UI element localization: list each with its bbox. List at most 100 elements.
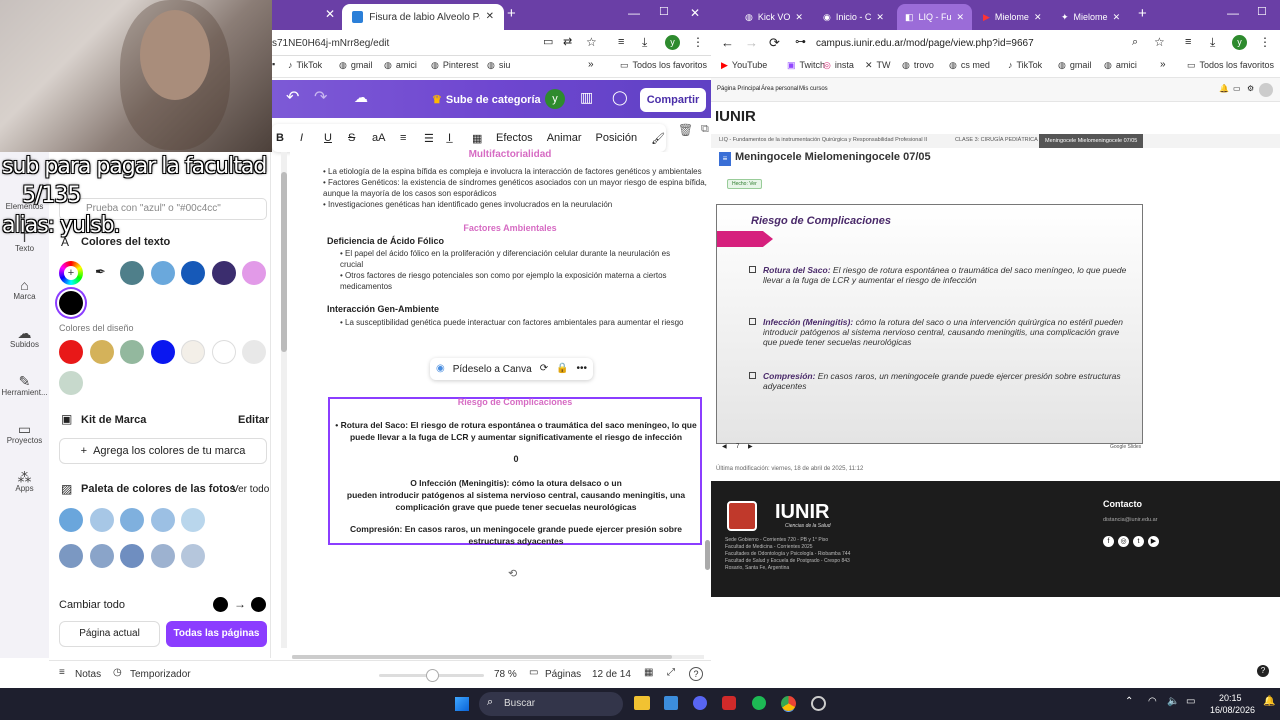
profile-avatar[interactable]: y <box>665 35 680 50</box>
current-page-button[interactable]: Página actual <box>59 621 160 647</box>
photo-color-swatch[interactable] <box>120 508 144 532</box>
bookmark-item[interactable]: ◍ amici <box>384 60 417 70</box>
help-icon[interactable]: ? <box>1257 665 1269 677</box>
url-text[interactable]: campus.iunir.edu.ar/mod/page/view.php?id… <box>816 38 1034 49</box>
design-color-swatch[interactable] <box>242 340 266 364</box>
photo-color-swatch[interactable] <box>181 508 205 532</box>
more-icon[interactable]: ⋮ <box>692 36 704 48</box>
undo-icon[interactable]: ↶ <box>286 90 299 106</box>
canvas-scrollbar[interactable] <box>705 540 710 570</box>
tab-fisura[interactable]: Fisura de labio Alveolo Palatina ✕ <box>342 4 504 30</box>
twitter-icon[interactable]: t <box>1133 536 1144 547</box>
ask-canva-button[interactable]: Pídeselo a Canva <box>453 364 532 375</box>
duplicate-icon[interactable]: ⧉ <box>701 124 709 135</box>
rail-projects[interactable]: ▭ Proyectos <box>0 422 49 445</box>
photo-color-swatch[interactable] <box>59 544 83 568</box>
effects-button[interactable]: Efectos <box>496 132 533 144</box>
bookmark-item[interactable]: ◍ amici <box>1104 60 1137 70</box>
rotate-icon[interactable]: ⟲ <box>508 569 517 580</box>
contact-email[interactable]: distancia@iunir.edu.ar <box>1103 517 1158 523</box>
new-tab-icon[interactable]: + <box>507 6 516 21</box>
close-tab-icon[interactable]: ✕ <box>486 12 494 22</box>
rail-tools[interactable]: ✎ Herramient... <box>0 374 49 397</box>
photo-color-swatch[interactable] <box>150 508 175 532</box>
reload-icon[interactable]: ⟳ <box>769 36 780 49</box>
photo-color-swatch[interactable] <box>150 544 175 568</box>
notifications-icon[interactable]: 🔔 <box>1263 697 1275 707</box>
add-brand-colors-button[interactable]: + Agrega los colores de tu marca <box>59 438 267 464</box>
breadcrumb-section[interactable]: CLASE 3: CIRUGÍA PEDIÁTRICA <box>955 137 1038 143</box>
message-icon[interactable]: ▭ <box>1233 85 1241 93</box>
more-icon[interactable]: ••• <box>577 364 588 374</box>
paint-format-icon[interactable]: 🖌 <box>651 132 665 145</box>
tab-liq[interactable]: ◧ LIQ - Fu ✕ <box>897 4 973 30</box>
align-center-icon[interactable]: ≡ <box>400 132 410 144</box>
breadcrumb-course[interactable]: LIQ - Fundamentos de la instrumentación … <box>719 137 927 143</box>
embedded-slide[interactable]: Riesgo de Complicaciones Rotura del Saco… <box>716 204 1143 444</box>
tab-mielome-1[interactable]: ▶ Mielome ✕ <box>975 4 1049 30</box>
design-color-swatch[interactable] <box>59 340 83 364</box>
taskbar-search[interactable]: ⌕ Buscar <box>479 692 623 716</box>
photo-color-swatch[interactable] <box>59 508 83 532</box>
tab-inicio[interactable]: ◉ Inicio - C ✕ <box>815 4 892 30</box>
site-info-icon[interactable]: ⊶ <box>795 37 806 48</box>
bookmark-item[interactable]: ▶ YouTube <box>721 60 767 70</box>
panel-scrollbar[interactable] <box>281 152 287 648</box>
help-icon[interactable]: ? <box>689 667 703 681</box>
grid-view-icon[interactable]: ▦ <box>644 668 653 678</box>
text-color-swatch[interactable] <box>242 261 266 285</box>
new-tab-icon[interactable]: + <box>1138 6 1147 21</box>
close-tab-icon[interactable]: ✕ <box>957 12 965 22</box>
instagram-icon[interactable]: ◎ <box>1118 536 1129 547</box>
bookmark-item[interactable]: ▣ Twitch <box>787 60 825 70</box>
zoom-icon[interactable]: ⌕ <box>1132 37 1138 48</box>
bookmark-item[interactable]: ◎ insta <box>823 60 854 70</box>
back-icon[interactable]: ← <box>721 36 734 49</box>
design-color-swatch[interactable] <box>211 340 236 364</box>
text-color-swatch[interactable] <box>120 261 144 285</box>
text-color-swatch[interactable] <box>211 261 236 285</box>
brand-edit-link[interactable]: Editar <box>238 414 269 426</box>
all-bookmarks[interactable]: ▭ Todos los favoritos <box>620 60 707 70</box>
bookmark-item[interactable]: ♪ TikTok <box>288 60 322 70</box>
bookmark-item[interactable]: ▪ <box>272 60 275 69</box>
battery-icon[interactable]: ▭ <box>1186 697 1195 707</box>
bookmark-item[interactable]: ◍ siu <box>487 60 510 70</box>
bookmark-item[interactable]: ◍ trovo <box>902 60 934 70</box>
close-tab-icon[interactable]: ✕ <box>1034 12 1042 22</box>
forward-icon[interactable]: → <box>745 36 758 49</box>
trash-icon[interactable]: 🗑 <box>678 124 693 136</box>
fullscreen-icon[interactable]: ⤢ <box>667 668 675 678</box>
star-icon[interactable]: ☆ <box>1154 36 1165 48</box>
share-button[interactable]: Compartir <box>640 88 706 112</box>
selected-text-box[interactable]: Riesgo de Complicaciones • Rotura del Sa… <box>328 397 702 546</box>
add-color-button[interactable]: + <box>59 261 83 285</box>
youtube-icon[interactable]: ▶ <box>1148 536 1159 547</box>
underline-icon[interactable]: U <box>324 132 334 144</box>
to-color-swatch[interactable] <box>251 597 266 612</box>
tab-search-icon[interactable]: ▭ <box>543 37 553 48</box>
clock-time[interactable]: 20:15 <box>1219 693 1242 703</box>
photo-color-swatch[interactable] <box>89 544 114 568</box>
bookmark-item[interactable]: ◍ gmail <box>339 60 372 70</box>
italic-icon[interactable]: I <box>300 132 310 144</box>
close-tab-icon[interactable]: ✕ <box>1113 12 1121 22</box>
nav-personal-link[interactable]: Área personal <box>761 86 798 92</box>
photo-color-swatch[interactable] <box>181 544 205 568</box>
tab-mielome-2[interactable]: ✦ Mielome ✕ <box>1053 4 1128 30</box>
close-tab-icon[interactable]: ✕ <box>795 12 803 22</box>
right-address-bar[interactable]: ← → ⟳ ⊶ campus.iunir.edu.ar/mod/page/vie… <box>711 30 1280 56</box>
close-window-icon[interactable]: ✕ <box>690 7 700 19</box>
position-button[interactable]: Posición <box>596 132 638 144</box>
rail-brand[interactable]: ⌂ Marca <box>0 278 49 301</box>
eyedropper-icon[interactable]: ✒ <box>95 265 106 278</box>
cloud-saved-icon[interactable]: ☁ <box>354 90 368 104</box>
transparency-icon[interactable]: ▦ <box>472 132 482 145</box>
download-icon[interactable]: ⤓ <box>1210 36 1215 48</box>
bookmark-item[interactable]: ✕ TW <box>865 60 891 70</box>
url-text[interactable]: s71NE0H64j-mNrr8eg/edit <box>272 38 389 49</box>
nav-courses-link[interactable]: Mis cursos <box>799 86 828 92</box>
file-explorer-icon[interactable] <box>634 696 650 710</box>
bookmark-item[interactable]: ♪ TikTok <box>1008 60 1042 70</box>
bookmark-item[interactable]: ◍ gmail <box>1058 60 1091 70</box>
